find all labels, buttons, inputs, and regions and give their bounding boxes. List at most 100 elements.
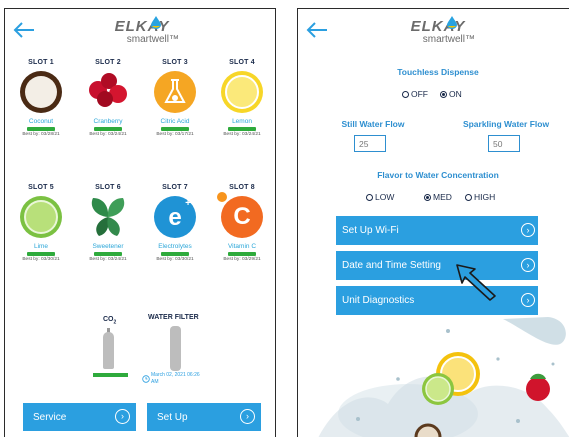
best-by: Best by: 03/24/21 [89, 132, 127, 137]
slot-title: SLOT 4 [229, 59, 255, 66]
still-water-flow-label: Still Water Flow [341, 119, 405, 129]
slot-name: Coconut [28, 118, 54, 125]
slot-card[interactable]: SLOT 5 Lime Best by: 03/30/21 [11, 184, 71, 262]
elkay-smartwell-logo: ELKAY smartwell™ [97, 16, 187, 45]
water-filter-label: WATER FILTER [148, 314, 199, 321]
unit-diagnostics-button[interactable]: Unit Diagnostics › [336, 286, 538, 315]
slot-name: Lemon [232, 118, 252, 125]
chevron-right-icon: › [240, 409, 255, 424]
sparkling-water-flow-label: Sparkling Water Flow [462, 119, 550, 129]
flavor-slots-panel: ELKAY smartwell™ SLOT 1 Coconut Best by:… [4, 8, 276, 437]
chevron-right-icon: › [521, 258, 535, 272]
setup-button[interactable]: Set Up › [147, 403, 261, 431]
slot-name: Sweetener [92, 243, 124, 250]
elkay-smartwell-logo: ELKAY smartwell™ [393, 16, 483, 45]
slot-name: Vitamin C [227, 243, 257, 250]
slot-name: Lime [33, 243, 49, 250]
water-drop-icon [447, 16, 457, 29]
option-label: OFF [411, 89, 428, 99]
radio-on-icon [424, 193, 431, 201]
water-drop-icon [151, 16, 161, 29]
concentration-low-radio[interactable]: LOW [366, 192, 394, 202]
slot-card[interactable]: SLOT 2 Cranberry Best by: 03/24/21 [78, 59, 138, 137]
best-by: Best by: 03/28/21 [22, 132, 60, 137]
co2-label: CO2 [103, 316, 117, 326]
slot-title: SLOT 2 [95, 59, 121, 66]
screen: ELKAY smartwell™ SLOT 1 Coconut Best by:… [0, 0, 569, 437]
co2-level-bar [93, 373, 128, 377]
back-arrow-icon[interactable] [12, 21, 36, 39]
lemon-icon [221, 71, 263, 113]
level-bar [94, 252, 122, 256]
touchless-dispense-title: Touchless Dispense [397, 67, 479, 77]
slot-name: Electrolytes [158, 243, 192, 250]
level-bar [228, 127, 256, 131]
slot-card[interactable]: SLOT 7 e + Electrolytes Best by: 03/30/2… [145, 184, 205, 262]
back-arrow-icon[interactable] [305, 21, 329, 39]
setup-wifi-button[interactable]: Set Up Wi-Fi › [336, 216, 538, 245]
option-label: LOW [375, 192, 395, 202]
option-label: ON [449, 89, 462, 99]
product-name: smartwell™ [422, 34, 475, 45]
co2-tank-icon[interactable] [103, 332, 114, 369]
level-bar [228, 252, 256, 256]
best-by: Best by: 03/30/21 [156, 257, 194, 262]
level-bar [161, 252, 189, 256]
slot-card[interactable]: SLOT 4 Lemon Best by: 03/24/21 [212, 59, 272, 137]
leaf-icon [87, 196, 129, 238]
menu-label: Date and Time Setting [342, 260, 441, 271]
electrolytes-icon: e + [154, 196, 196, 238]
chevron-right-icon: › [521, 223, 535, 237]
slot-name: Cranberry [93, 118, 123, 125]
vitamin-c-icon: C [217, 192, 263, 238]
slot-title: SLOT 8 [229, 184, 255, 191]
radio-off-icon [465, 193, 472, 201]
option-label: HIGH [474, 192, 496, 202]
dispense-off-radio[interactable]: OFF [402, 89, 428, 99]
slot-card[interactable]: SLOT 6 Sweetener Best by: 03/24/21 [78, 184, 138, 262]
lime-icon [20, 196, 62, 238]
brand-name: ELKAY [410, 18, 466, 35]
concentration-title: Flavor to Water Concentration [377, 170, 499, 180]
setup-label: Set Up [157, 411, 188, 423]
date-time-setting-button[interactable]: Date and Time Setting › [336, 251, 538, 280]
best-by: Best by: 03/30/21 [22, 257, 60, 262]
best-by: Best by: 03/17/21 [156, 132, 194, 137]
level-bar [27, 127, 55, 131]
best-by: Best by: 03/24/21 [223, 132, 261, 137]
chevron-right-icon: › [521, 293, 535, 307]
menu-label: Set Up Wi-Fi [342, 225, 399, 236]
concentration-high-radio[interactable]: HIGH [465, 192, 495, 202]
slot-card[interactable]: SLOT 3 Citric Acid Best by: 03/17/21 [145, 59, 205, 137]
service-button[interactable]: Service › [23, 403, 136, 431]
flask-icon [154, 71, 196, 113]
filter-date: March 02, 2021 06:26 AM [151, 372, 200, 385]
clock-icon [142, 375, 150, 383]
radio-off-icon [366, 193, 373, 201]
setup-panel: ELKAY smartwell™ Touchless Dispense OFF … [297, 8, 569, 437]
dispense-on-radio[interactable]: ON [440, 89, 462, 99]
slot-title: SLOT 1 [28, 59, 54, 66]
concentration-med-radio[interactable]: MED [424, 192, 452, 202]
water-filter-icon[interactable] [170, 326, 181, 371]
option-label: MED [433, 192, 452, 202]
brand-name: ELKAY [114, 18, 170, 35]
slot-title: SLOT 3 [162, 59, 188, 66]
best-by: Best by: 03/24/21 [89, 257, 127, 262]
slot-title: SLOT 7 [162, 184, 188, 191]
slot-title: SLOT 6 [95, 184, 121, 191]
cranberry-icon [87, 71, 129, 113]
still-water-flow-input[interactable]: 25 [354, 135, 386, 152]
product-name: smartwell™ [126, 34, 179, 45]
radio-on-icon [440, 90, 447, 98]
chevron-right-icon: › [115, 409, 130, 424]
slot-card[interactable]: SLOT 1 Coconut Best by: 03/28/21 [11, 59, 71, 137]
level-bar [161, 127, 189, 131]
slot-card[interactable]: SLOT 8 C Vitamin C Best by: 03/29/21 [212, 184, 272, 262]
slot-title: SLOT 5 [28, 184, 54, 191]
pointer-cursor-icon [456, 264, 496, 301]
radio-off-icon [402, 90, 409, 98]
fruit-splash-image [318, 317, 569, 437]
best-by: Best by: 03/29/21 [223, 257, 261, 262]
sparkling-water-flow-input[interactable]: 50 [488, 135, 520, 152]
